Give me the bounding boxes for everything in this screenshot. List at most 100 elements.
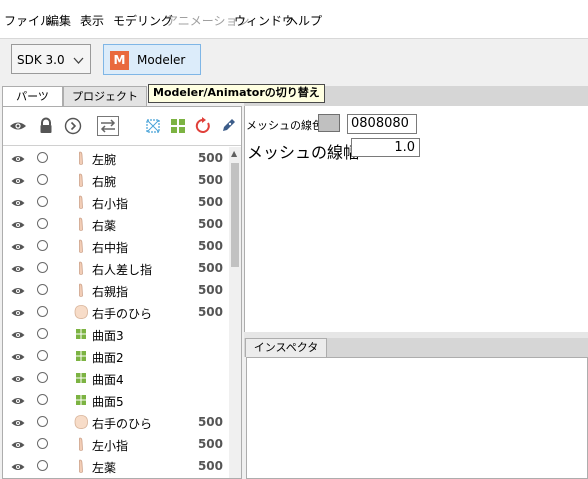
list-item[interactable]: 曲面3	[3, 323, 229, 345]
finger-thumbnail-icon	[73, 238, 89, 254]
list-item-label: 右薬	[92, 219, 117, 233]
list-item[interactable]: 右親指 500	[3, 279, 229, 301]
chevron-right-circle-icon[interactable]	[64, 117, 82, 135]
pen-tool-icon[interactable]	[219, 117, 237, 135]
finger-thumbnail-icon	[73, 260, 89, 276]
list-item[interactable]: 右手のひら 500	[3, 411, 229, 433]
tab-project[interactable]: プロジェクト	[63, 86, 147, 106]
lock-toggle-radio[interactable]	[37, 284, 48, 295]
surface-icon	[73, 370, 89, 386]
eye-icon[interactable]	[11, 351, 25, 361]
mode-toggle-label: Modeler	[137, 53, 186, 67]
scrollbar-thumb[interactable]	[231, 163, 239, 267]
finger-thumbnail-icon	[73, 150, 89, 166]
list-item-label: 右手のひら	[92, 417, 153, 431]
list-item-label: 右中指	[92, 241, 129, 255]
mode-toggle-button[interactable]: M Modeler	[103, 44, 201, 75]
list-item[interactable]: 右薬 500	[3, 213, 229, 235]
rotation-deformer-icon[interactable]	[194, 117, 212, 135]
eye-icon[interactable]	[11, 153, 25, 163]
eye-icon[interactable]	[11, 219, 25, 229]
eye-icon[interactable]	[11, 417, 25, 427]
menu-file[interactable]: ファイル	[4, 12, 52, 29]
deformer-icon[interactable]	[169, 117, 187, 135]
eye-icon[interactable]	[11, 307, 25, 317]
eye-icon[interactable]	[11, 197, 25, 207]
menu-view[interactable]: 表示	[80, 12, 104, 29]
lock-toggle-radio[interactable]	[37, 328, 48, 339]
mesh-line-width-label: メッシュの線幅	[247, 143, 360, 162]
surface-icon	[73, 326, 89, 342]
eye-icon[interactable]	[11, 241, 25, 251]
menu-bar: ファイル 編集 表示 モデリング アニメーション ウィンドウ ヘルプ	[0, 0, 588, 39]
lock-toggle-radio[interactable]	[37, 416, 48, 427]
eye-icon[interactable]	[11, 439, 25, 449]
list-item-label: 右手のひら	[92, 307, 153, 321]
mesh-select-icon[interactable]	[144, 117, 162, 135]
list-item[interactable]: 曲面4	[3, 367, 229, 389]
surface-icon	[73, 392, 89, 408]
menu-window[interactable]: ウィンドウ	[234, 12, 294, 29]
palm-thumbnail-icon	[73, 414, 89, 430]
menu-edit[interactable]: 編集	[47, 12, 71, 29]
sdk-version-select[interactable]: SDK 3.0	[11, 44, 91, 74]
lock-toggle-radio[interactable]	[37, 196, 48, 207]
parts-list-scrollbar[interactable]: ▲	[229, 147, 241, 478]
lock-toggle-radio[interactable]	[37, 460, 48, 471]
eye-icon[interactable]	[11, 175, 25, 185]
list-item[interactable]: 曲面2	[3, 345, 229, 367]
mesh-line-color-input[interactable]: 0808080	[347, 114, 417, 134]
list-item-value: 500	[197, 437, 223, 451]
swap-arrows-icon[interactable]	[97, 116, 119, 136]
list-item[interactable]: 右人差し指 500	[3, 257, 229, 279]
list-item[interactable]: 右手のひら 500	[3, 301, 229, 323]
list-item[interactable]: 左腕 500	[3, 147, 229, 169]
lock-toggle-radio[interactable]	[37, 350, 48, 361]
finger-thumbnail-icon	[73, 282, 89, 298]
list-item-value: 500	[197, 173, 223, 187]
finger-thumbnail-icon	[73, 194, 89, 210]
list-item[interactable]: 左薬 500	[3, 455, 229, 477]
list-item[interactable]: 右中指 500	[3, 235, 229, 257]
list-item-value: 500	[197, 283, 223, 297]
eye-icon[interactable]	[9, 117, 27, 135]
tab-inspector[interactable]: インスペクタ	[245, 338, 327, 357]
lock-toggle-radio[interactable]	[37, 152, 48, 163]
list-item-value: 500	[197, 305, 223, 319]
surface-icon	[73, 348, 89, 364]
lock-icon[interactable]	[37, 117, 55, 135]
eye-icon[interactable]	[11, 285, 25, 295]
eye-icon[interactable]	[11, 461, 25, 471]
list-item-label: 左薬	[92, 461, 117, 475]
list-item[interactable]: 左小指 500	[3, 433, 229, 455]
lock-toggle-radio[interactable]	[37, 394, 48, 405]
eye-icon[interactable]	[11, 263, 25, 273]
parts-toolbar	[3, 107, 241, 146]
list-item-label: 左腕	[92, 153, 117, 167]
menu-modeling[interactable]: モデリング	[113, 12, 173, 29]
list-item[interactable]: 曲面5	[3, 389, 229, 411]
mode-toggle-tooltip: Modeler/Animatorの切り替え	[148, 84, 325, 103]
eye-icon[interactable]	[11, 329, 25, 339]
mesh-line-width-input[interactable]: 1.0	[351, 138, 420, 157]
tab-parts[interactable]: パーツ	[2, 86, 63, 107]
lock-toggle-radio[interactable]	[37, 262, 48, 273]
menu-help[interactable]: ヘルプ	[286, 12, 322, 29]
list-item-value: 500	[197, 459, 223, 473]
lock-toggle-radio[interactable]	[37, 306, 48, 317]
mesh-line-color-swatch[interactable]	[318, 114, 340, 132]
lock-toggle-radio[interactable]	[37, 438, 48, 449]
eye-icon[interactable]	[11, 373, 25, 383]
list-item[interactable]: 右小指 500	[3, 191, 229, 213]
lock-toggle-radio[interactable]	[37, 174, 48, 185]
list-item-label: 左小指	[92, 439, 129, 453]
list-item-label: 曲面5	[92, 395, 124, 409]
list-item-label: 右小指	[92, 197, 129, 211]
eye-icon[interactable]	[11, 395, 25, 405]
lock-toggle-radio[interactable]	[37, 218, 48, 229]
list-item[interactable]: 右腕 500	[3, 169, 229, 191]
list-item-label: 曲面2	[92, 351, 124, 365]
lock-toggle-radio[interactable]	[37, 372, 48, 383]
lock-toggle-radio[interactable]	[37, 240, 48, 251]
scroll-up-arrow-icon[interactable]: ▲	[231, 149, 237, 158]
